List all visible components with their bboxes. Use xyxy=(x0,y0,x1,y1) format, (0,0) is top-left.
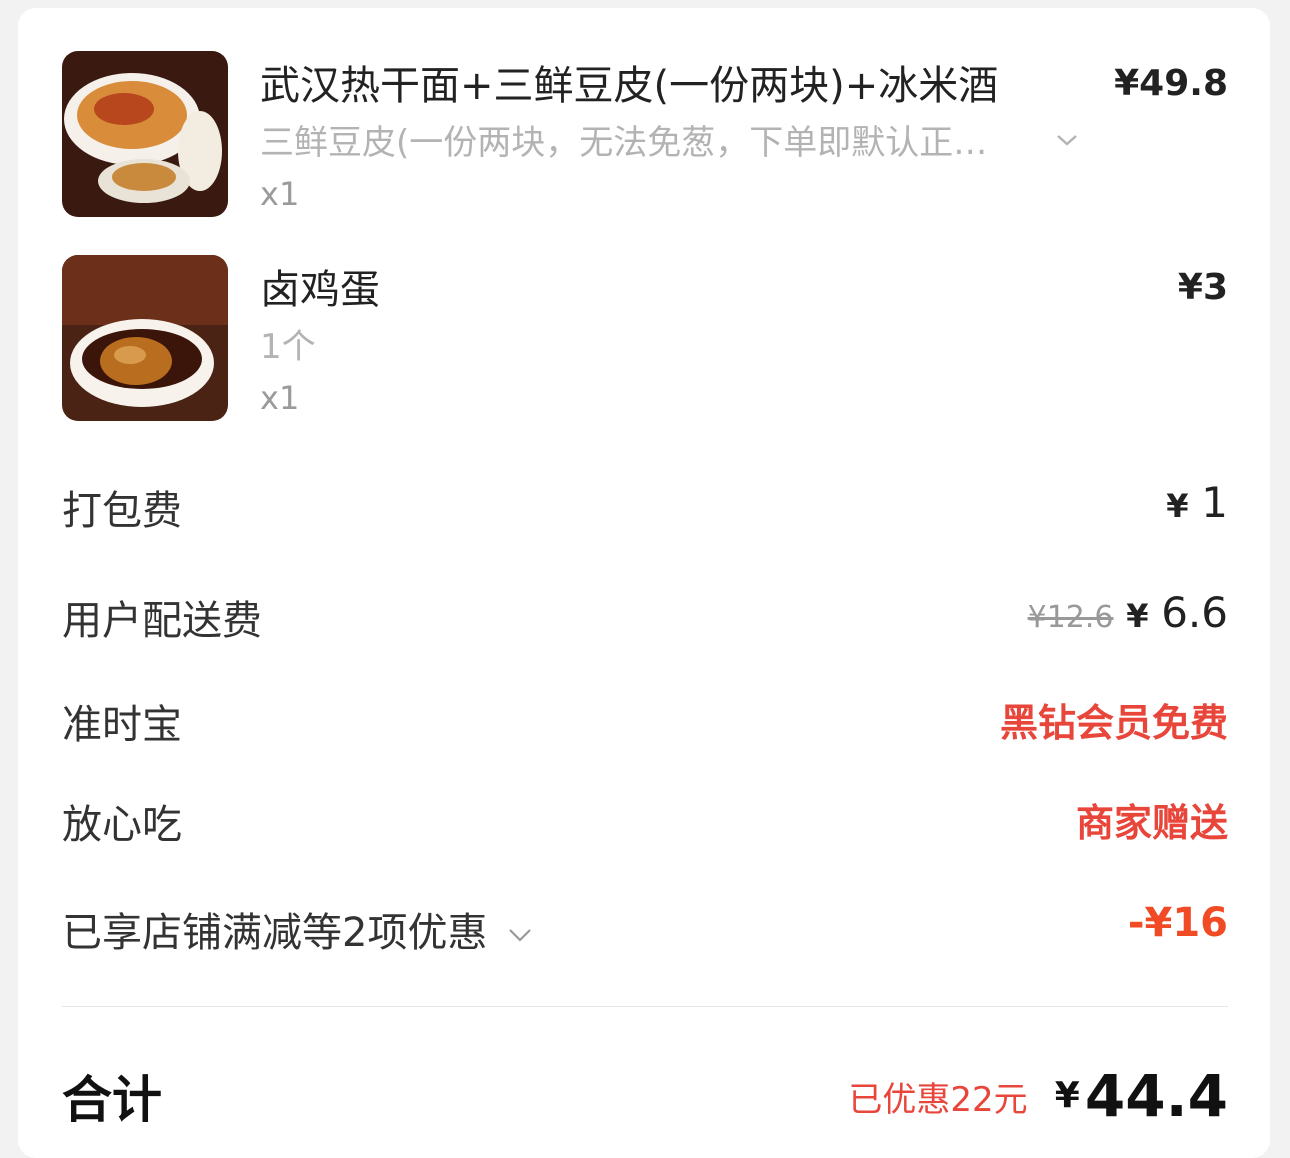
discount-value: -¥16 xyxy=(1127,900,1228,946)
saved-amount: 已优惠22元 xyxy=(848,1079,1028,1120)
total-label: 合计 xyxy=(62,1071,162,1129)
packing-fee-value: ¥ 1 xyxy=(1166,478,1228,527)
ontime-guarantee-row[interactable]: 准时宝 黑钻会员免费 xyxy=(62,692,1228,752)
item-quantity: x1 xyxy=(260,175,300,213)
discount-label[interactable]: 已享店铺满减等2项优惠 xyxy=(62,900,534,958)
divider xyxy=(62,1006,1228,1007)
packing-fee-label: 打包费 xyxy=(62,488,182,534)
item-name: 卤鸡蛋 xyxy=(260,267,380,313)
total-value: 已优惠22元 ¥ 44.4 xyxy=(848,1062,1228,1130)
chevron-down-icon[interactable] xyxy=(506,921,534,949)
item-spec: 1个 xyxy=(260,327,316,367)
packing-fee-amount: 1 xyxy=(1201,478,1228,527)
item-price: ¥3 xyxy=(1177,267,1228,308)
discount-row[interactable]: 已享店铺满减等2项优惠 -¥16 xyxy=(62,900,1228,960)
currency-symbol: ¥ xyxy=(1166,487,1189,525)
safe-eat-row[interactable]: 放心吃 商家赠送 xyxy=(62,792,1228,852)
chevron-down-icon[interactable] xyxy=(1052,125,1082,155)
delivery-fee-amount: 6.6 xyxy=(1161,588,1228,637)
item-spec[interactable]: 三鲜豆皮(一份两块，无法免葱，下单即默认正… xyxy=(260,115,987,164)
currency-symbol: ¥ xyxy=(1054,1075,1080,1117)
item-name: 武汉热干面+三鲜豆皮(一份两块)+冰米酒 xyxy=(260,63,999,109)
original-delivery-fee: ¥12.6 xyxy=(1027,600,1114,635)
item-quantity: x1 xyxy=(260,379,300,417)
currency-symbol: ¥ xyxy=(1126,597,1149,635)
safe-eat-value: 商家赠送 xyxy=(1075,801,1228,845)
packing-fee-row: 打包费 ¥ 1 xyxy=(62,478,1228,538)
delivery-fee-value: ¥12.6 ¥ 6.6 xyxy=(1028,588,1228,637)
delivery-fee-row: 用户配送费 ¥12.6 ¥ 6.6 xyxy=(62,588,1228,648)
item-image xyxy=(62,255,228,421)
total-amount: 44.4 xyxy=(1084,1062,1228,1130)
safe-eat-label: 放心吃 xyxy=(62,802,182,848)
item-image xyxy=(62,51,228,217)
delivery-fee-label: 用户配送费 xyxy=(62,598,262,644)
item-price: ¥49.8 xyxy=(1114,63,1228,104)
ontime-guarantee-label: 准时宝 xyxy=(62,702,182,748)
ontime-guarantee-value: 黑钻会员免费 xyxy=(999,701,1228,745)
order-item[interactable]: 卤鸡蛋 1个 x1 ¥3 xyxy=(62,255,1228,423)
order-item[interactable]: 武汉热干面+三鲜豆皮(一份两块)+冰米酒 三鲜豆皮(一份两块，无法免葱，下单即默… xyxy=(62,51,1228,219)
discount-label-text: 已享店铺满减等2项优惠 xyxy=(62,910,488,956)
